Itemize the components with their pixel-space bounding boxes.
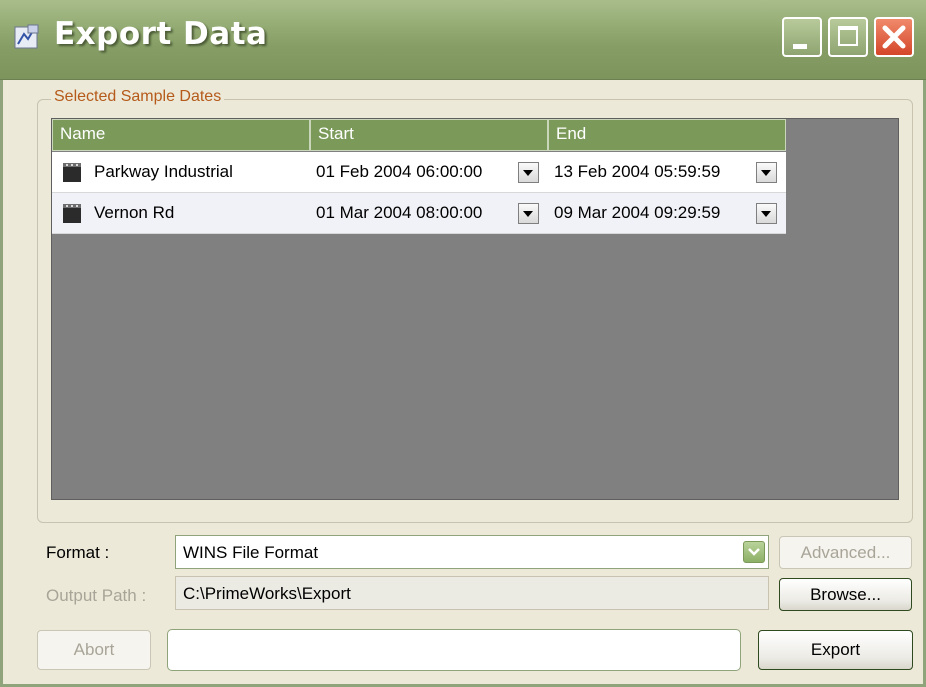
end-cell[interactable]: 13 Feb 2004 05:59:59 <box>548 152 786 192</box>
abort-button[interactable]: Abort <box>37 630 151 670</box>
table-row[interactable]: Parkway Industrial 01 Feb 2004 06:00:00 … <box>52 152 786 193</box>
window-title: Export Data <box>54 16 268 52</box>
export-button[interactable]: Export <box>758 630 913 670</box>
sample-icon <box>63 204 81 223</box>
end-date-dropdown-button[interactable] <box>756 203 777 224</box>
export-data-window: Export Data Selected Sample Dates Name S… <box>0 0 926 687</box>
table-row[interactable]: Vernon Rd 01 Mar 2004 08:00:00 09 Mar 20… <box>52 193 786 234</box>
export-app-icon <box>14 24 39 49</box>
minimize-button[interactable] <box>782 17 822 57</box>
output-path-value: C:\PrimeWorks\Export <box>183 584 351 603</box>
output-path-label: Output Path : <box>46 586 147 605</box>
start-date: 01 Feb 2004 06:00:00 <box>316 162 483 181</box>
start-cell[interactable]: 01 Mar 2004 08:00:00 <box>310 193 548 233</box>
column-header-start[interactable]: Start <box>310 119 548 151</box>
end-date: 13 Feb 2004 05:59:59 <box>554 162 721 181</box>
maximize-icon <box>838 26 858 46</box>
row-name: Vernon Rd <box>94 203 175 222</box>
start-date-dropdown-button[interactable] <box>518 162 539 183</box>
name-cell: Vernon Rd <box>52 193 310 233</box>
row-name: Parkway Industrial <box>94 162 233 181</box>
format-dropdown-button[interactable] <box>743 541 765 563</box>
format-label: Format : <box>46 543 110 562</box>
close-icon <box>882 25 906 49</box>
sample-dates-grid[interactable]: Name Start End Parkway Industrial 01 Feb… <box>51 118 899 500</box>
sample-icon <box>63 163 81 182</box>
output-path-field[interactable]: C:\PrimeWorks\Export <box>175 576 769 610</box>
name-cell: Parkway Industrial <box>52 152 310 192</box>
grid-header: Name Start End <box>52 119 786 151</box>
end-cell[interactable]: 09 Mar 2004 09:29:59 <box>548 193 786 233</box>
minimize-icon <box>793 44 807 49</box>
end-date-dropdown-button[interactable] <box>756 162 777 183</box>
title-bar[interactable]: Export Data <box>0 0 926 80</box>
chevron-down-icon <box>748 548 760 556</box>
end-date: 09 Mar 2004 09:29:59 <box>554 203 721 222</box>
column-header-name[interactable]: Name <box>52 119 310 151</box>
maximize-button[interactable] <box>828 17 868 57</box>
start-date-dropdown-button[interactable] <box>518 203 539 224</box>
format-value: WINS File Format <box>183 543 319 562</box>
column-header-end[interactable]: End <box>548 119 786 151</box>
browse-button[interactable]: Browse... <box>779 578 912 611</box>
start-date: 01 Mar 2004 08:00:00 <box>316 203 483 222</box>
selected-dates-label: Selected Sample Dates <box>51 88 225 106</box>
close-button[interactable] <box>874 17 914 57</box>
advanced-button[interactable]: Advanced... <box>779 536 912 569</box>
format-select[interactable]: WINS File Format <box>175 535 769 569</box>
start-cell[interactable]: 01 Feb 2004 06:00:00 <box>310 152 548 192</box>
export-progress-bar <box>167 629 741 671</box>
